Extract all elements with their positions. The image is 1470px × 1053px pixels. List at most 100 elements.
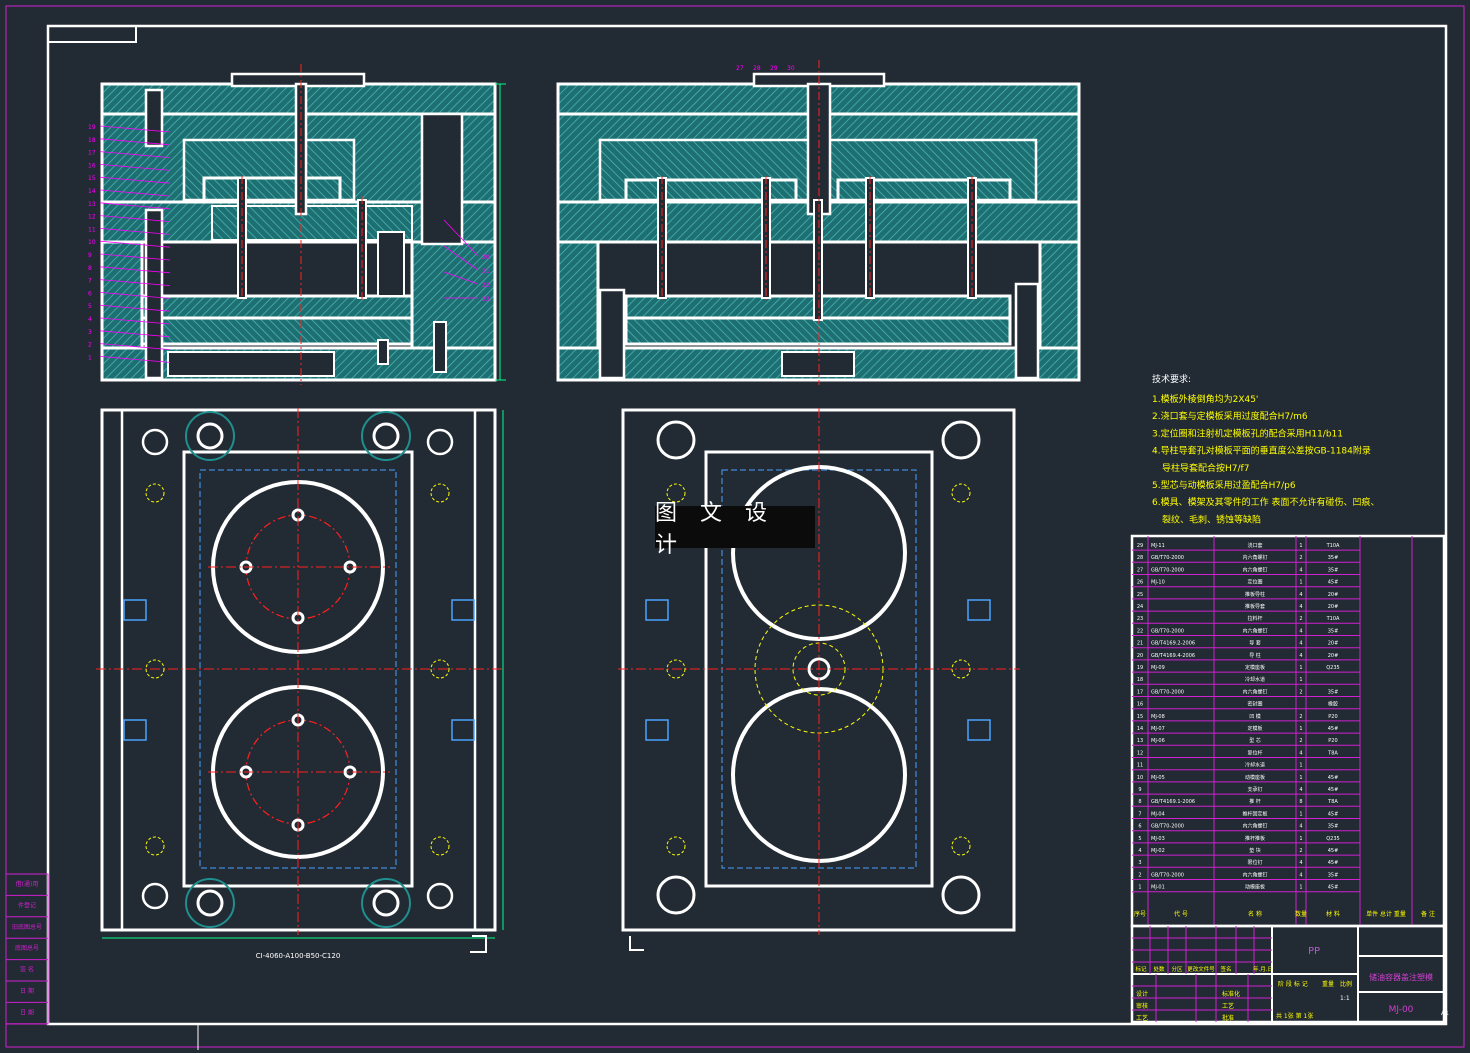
title-block: PP 储油容器盖注塑模 MJ-00 阶 段 标 记 重量 比例 1:1 共 1张… (1130, 924, 1446, 1024)
bom-cell: 35# (1328, 555, 1339, 561)
bom-cell: 型 芯 (1249, 737, 1261, 744)
stamp-label: 日 期 (20, 987, 34, 995)
bom-cell: 定模板 (1247, 725, 1262, 732)
bom-cell: 4 (1299, 872, 1302, 878)
bom-cell: 7 (1138, 811, 1141, 817)
bom-cell: MJ-09 (1151, 665, 1165, 671)
revision-label: 签名 (1220, 965, 1231, 973)
part-label: 30 (787, 65, 795, 72)
part-label: 23 (482, 296, 490, 303)
bom-cell: 拉料杆 (1247, 615, 1262, 622)
bom-cell: 28 (1137, 555, 1143, 561)
part-label: 22 (482, 282, 490, 289)
tech-note-line: 3.定位圈和注射机定模板孔的配合采用H11/b11 (1152, 427, 1343, 439)
bom-cell: 4 (1138, 848, 1141, 854)
bom-cell: 1 (1299, 885, 1302, 891)
bom-cell: 4 (1299, 653, 1302, 659)
bom-cell: GB/T4169.4-2006 (1151, 653, 1195, 659)
bom-cell: 1 (1138, 885, 1141, 891)
tech-note-line: 2.浇口套与定模板采用过度配合H7/m6 (1152, 410, 1308, 422)
bom-cell: T10A (1326, 543, 1340, 549)
bom-cell: 4 (1299, 641, 1302, 647)
part-label: 15 (88, 175, 96, 182)
part-label: 3 (88, 329, 92, 336)
bom-cell: 10 (1137, 775, 1143, 781)
bom-cell: 垫 块 (1249, 847, 1261, 854)
bom-cell: 29 (1137, 543, 1143, 549)
revision-label: 处数 (1153, 965, 1165, 973)
part-label: 29 (770, 65, 778, 72)
part-label: 11 (88, 226, 96, 233)
scale-value: 1:1 (1340, 995, 1350, 1002)
bom-cell: GB/T70-2000 (1151, 689, 1184, 695)
stamp-label: 签 名 (20, 966, 34, 974)
bom-cell: 24 (1137, 604, 1143, 610)
bom-cell: GB/T4169.2-2006 (1151, 641, 1195, 647)
bom-cell: 1 (1299, 811, 1302, 817)
stamp-label: 底图总号 (15, 944, 39, 952)
bom-cell: GB/T70-2000 (1151, 555, 1184, 561)
sheet-info: 共 1张 第 1张 (1276, 1012, 1313, 1020)
bom-cell: 35# (1328, 689, 1339, 695)
bom-cell: 4 (1299, 860, 1302, 866)
part-label: 1 (88, 354, 92, 361)
part-label: 2 (88, 342, 92, 349)
bom-cell: 4 (1299, 592, 1302, 598)
bom-cell: 推杆推板 (1245, 835, 1265, 842)
bom-cell: 动模座板 (1245, 774, 1265, 781)
bom-cell: 35# (1328, 628, 1339, 634)
bom-header: 代 号 (1174, 910, 1188, 918)
bom-cell: 2 (1299, 689, 1302, 695)
part-label: 10 (88, 239, 96, 246)
bom-header: 数量 (1295, 910, 1307, 918)
bom-cell: 1 (1299, 775, 1302, 781)
bom-cell: 推杆固定板 (1242, 810, 1267, 817)
tech-notes: 技术要求: 1.模板外棱倒角均为2X45' 2.浇口套与定模板采用过度配合H7/m… (1152, 373, 1379, 525)
bom-cell: T8A (1327, 799, 1338, 805)
stamp-label: 件登记 (18, 901, 36, 909)
bom-cell: 导 柱 (1249, 652, 1261, 659)
part-label: 5 (88, 303, 92, 310)
bom-cell: 复位杆 (1247, 749, 1262, 756)
bom-cell: 6 (1138, 824, 1141, 830)
bom-cell: 内六角螺钉 (1242, 566, 1267, 573)
bom-cell: 1 (1299, 677, 1302, 683)
part-label: 18 (88, 137, 96, 144)
sign-label: 标准化 (1222, 990, 1240, 998)
part-label: 14 (88, 188, 96, 195)
bom-cell: 4 (1299, 750, 1302, 756)
tech-note-line: 6.模具、模架及其零件的工作 表面不允许有碰伤、凹痕、 (1152, 496, 1379, 508)
bom-cell: 2 (1299, 848, 1302, 854)
stage-label: 阶 段 标 记 (1278, 980, 1308, 988)
bom-cell: 25 (1137, 592, 1143, 598)
tech-note-line: 5.型芯与动模板采用过盈配合H7/p6 (1152, 479, 1296, 491)
bom-cell: 定位圈 (1247, 579, 1262, 586)
drawing-number: MJ-00 (1389, 1005, 1414, 1015)
bom-cell: MJ-06 (1151, 738, 1165, 744)
bom-cell: 1 (1299, 580, 1302, 586)
bom-cell: 20# (1328, 592, 1339, 598)
bom-cell: 内六角螺钉 (1242, 554, 1267, 561)
bom-cell: 1 (1299, 665, 1302, 671)
bom-cell: 9 (1138, 787, 1141, 793)
bom-cell: 2 (1299, 616, 1302, 622)
bom-cell: 35# (1328, 567, 1339, 573)
bom-cell: GB/T70-2000 (1151, 628, 1184, 634)
bom-cell: Q235 (1326, 665, 1339, 671)
bom-cell: 1 (1299, 836, 1302, 842)
bom-cell: MJ-08 (1151, 714, 1165, 720)
bom-cell: 13 (1137, 738, 1143, 744)
bom-cell: P20 (1328, 738, 1337, 744)
bom-cell: 凹 模 (1249, 713, 1261, 720)
tech-note-line: 1.模板外棱倒角均为2X45' (1152, 393, 1258, 405)
bom-cell: 20# (1328, 604, 1339, 610)
bom-cell: 4 (1299, 604, 1302, 610)
bom-cell: MJ-02 (1151, 848, 1165, 854)
bom-header: 名 称 (1248, 910, 1262, 918)
bom-cell: 动模座板 (1245, 884, 1265, 891)
bom-cell: T8A (1327, 750, 1338, 756)
bom-cell: 支承钉 (1247, 786, 1262, 793)
bom-cell: 21 (1137, 641, 1143, 647)
bom-cell: 20 (1137, 653, 1143, 659)
bom-cell: MJ-10 (1151, 580, 1165, 586)
